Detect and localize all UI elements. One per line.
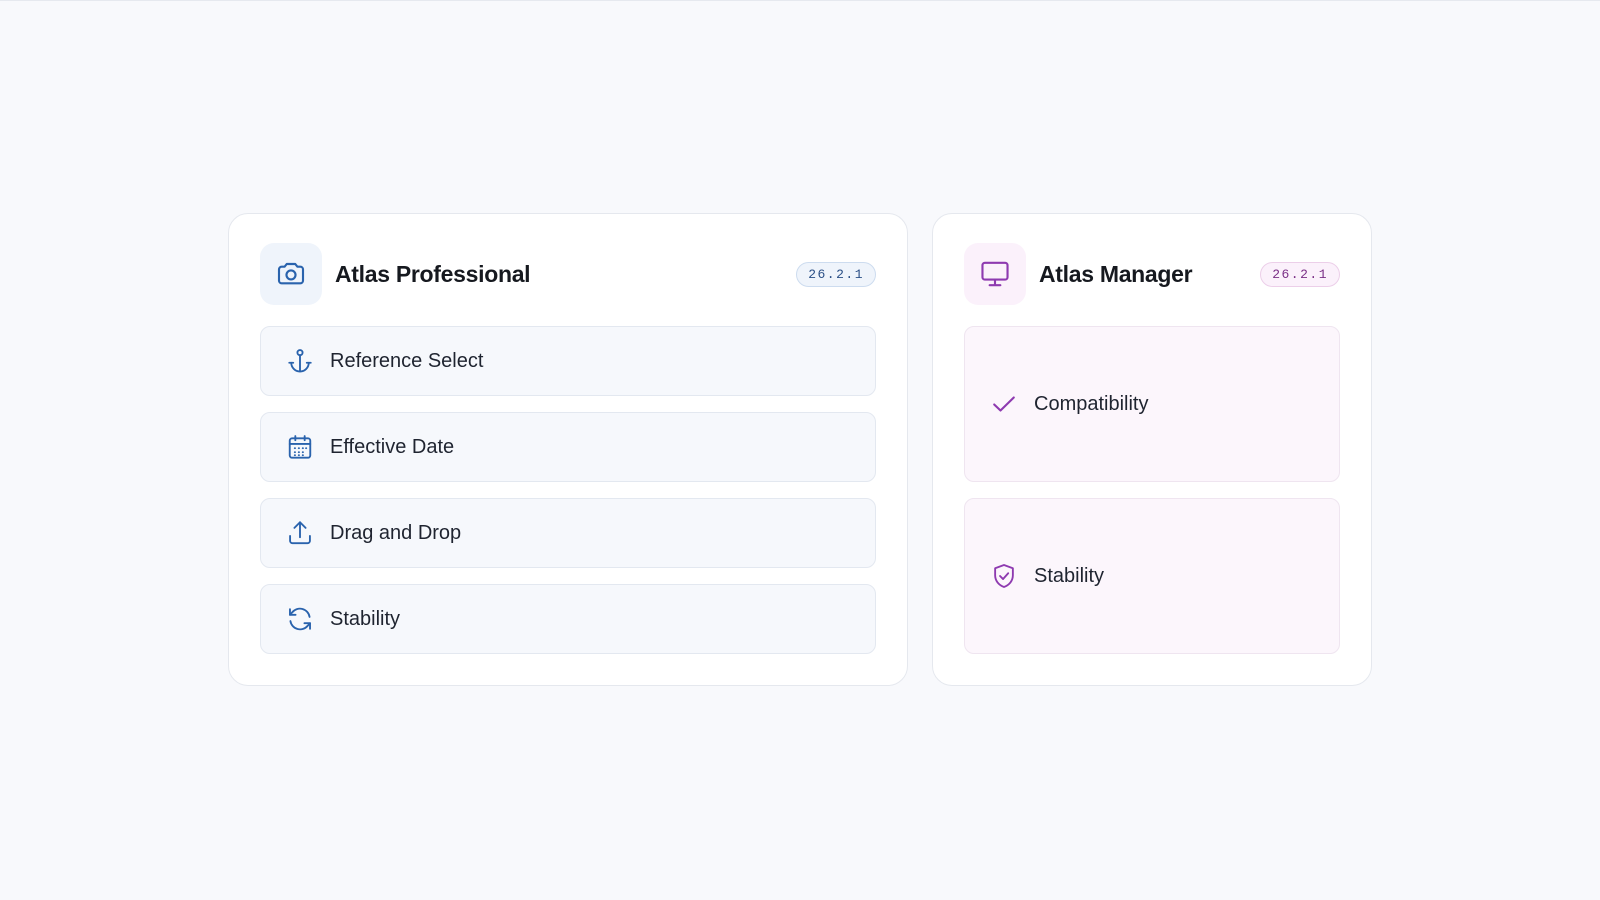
check-icon bbox=[990, 390, 1018, 418]
monitor-icon bbox=[964, 243, 1026, 305]
feature-item-compatibility[interactable]: Compatibility bbox=[964, 326, 1340, 482]
product-card-atlas-manager: Atlas Manager 26.2.1 Compatibility Stabi… bbox=[932, 213, 1372, 686]
product-title: Atlas Professional bbox=[335, 260, 531, 287]
feature-label: Reference Select bbox=[330, 349, 484, 372]
feature-item-drag-and-drop[interactable]: Drag and Drop bbox=[260, 498, 876, 568]
version-badge: 26.2.1 bbox=[796, 261, 876, 287]
feature-item-stability[interactable]: Stability bbox=[964, 498, 1340, 654]
shield-check-icon bbox=[990, 562, 1018, 590]
feature-list: Reference Select Effective Date Drag and… bbox=[260, 326, 876, 670]
product-card-atlas-professional: Atlas Professional 26.2.1 Reference Sele… bbox=[228, 213, 908, 686]
feature-item-reference-select[interactable]: Reference Select bbox=[260, 326, 876, 396]
feature-item-stability[interactable]: Stability bbox=[260, 584, 876, 654]
camera-icon bbox=[260, 243, 322, 305]
card-header: Atlas Manager 26.2.1 bbox=[964, 243, 1340, 305]
feature-label: Drag and Drop bbox=[330, 521, 462, 544]
feature-label: Compatibility bbox=[1034, 392, 1149, 415]
card-header: Atlas Professional 26.2.1 bbox=[260, 243, 876, 305]
feature-list: Compatibility Stability bbox=[964, 326, 1340, 670]
feature-label: Effective Date bbox=[330, 435, 455, 458]
version-badge: 26.2.1 bbox=[1260, 261, 1340, 287]
feature-item-effective-date[interactable]: Effective Date bbox=[260, 412, 876, 482]
calendar-icon bbox=[286, 433, 314, 461]
feature-label: Stability bbox=[330, 607, 401, 630]
refresh-icon bbox=[286, 605, 314, 633]
product-title: Atlas Manager bbox=[1039, 260, 1193, 287]
feature-label: Stability bbox=[1034, 564, 1105, 587]
top-divider bbox=[0, 0, 1600, 1]
anchor-icon bbox=[286, 347, 314, 375]
upload-icon bbox=[286, 519, 314, 547]
